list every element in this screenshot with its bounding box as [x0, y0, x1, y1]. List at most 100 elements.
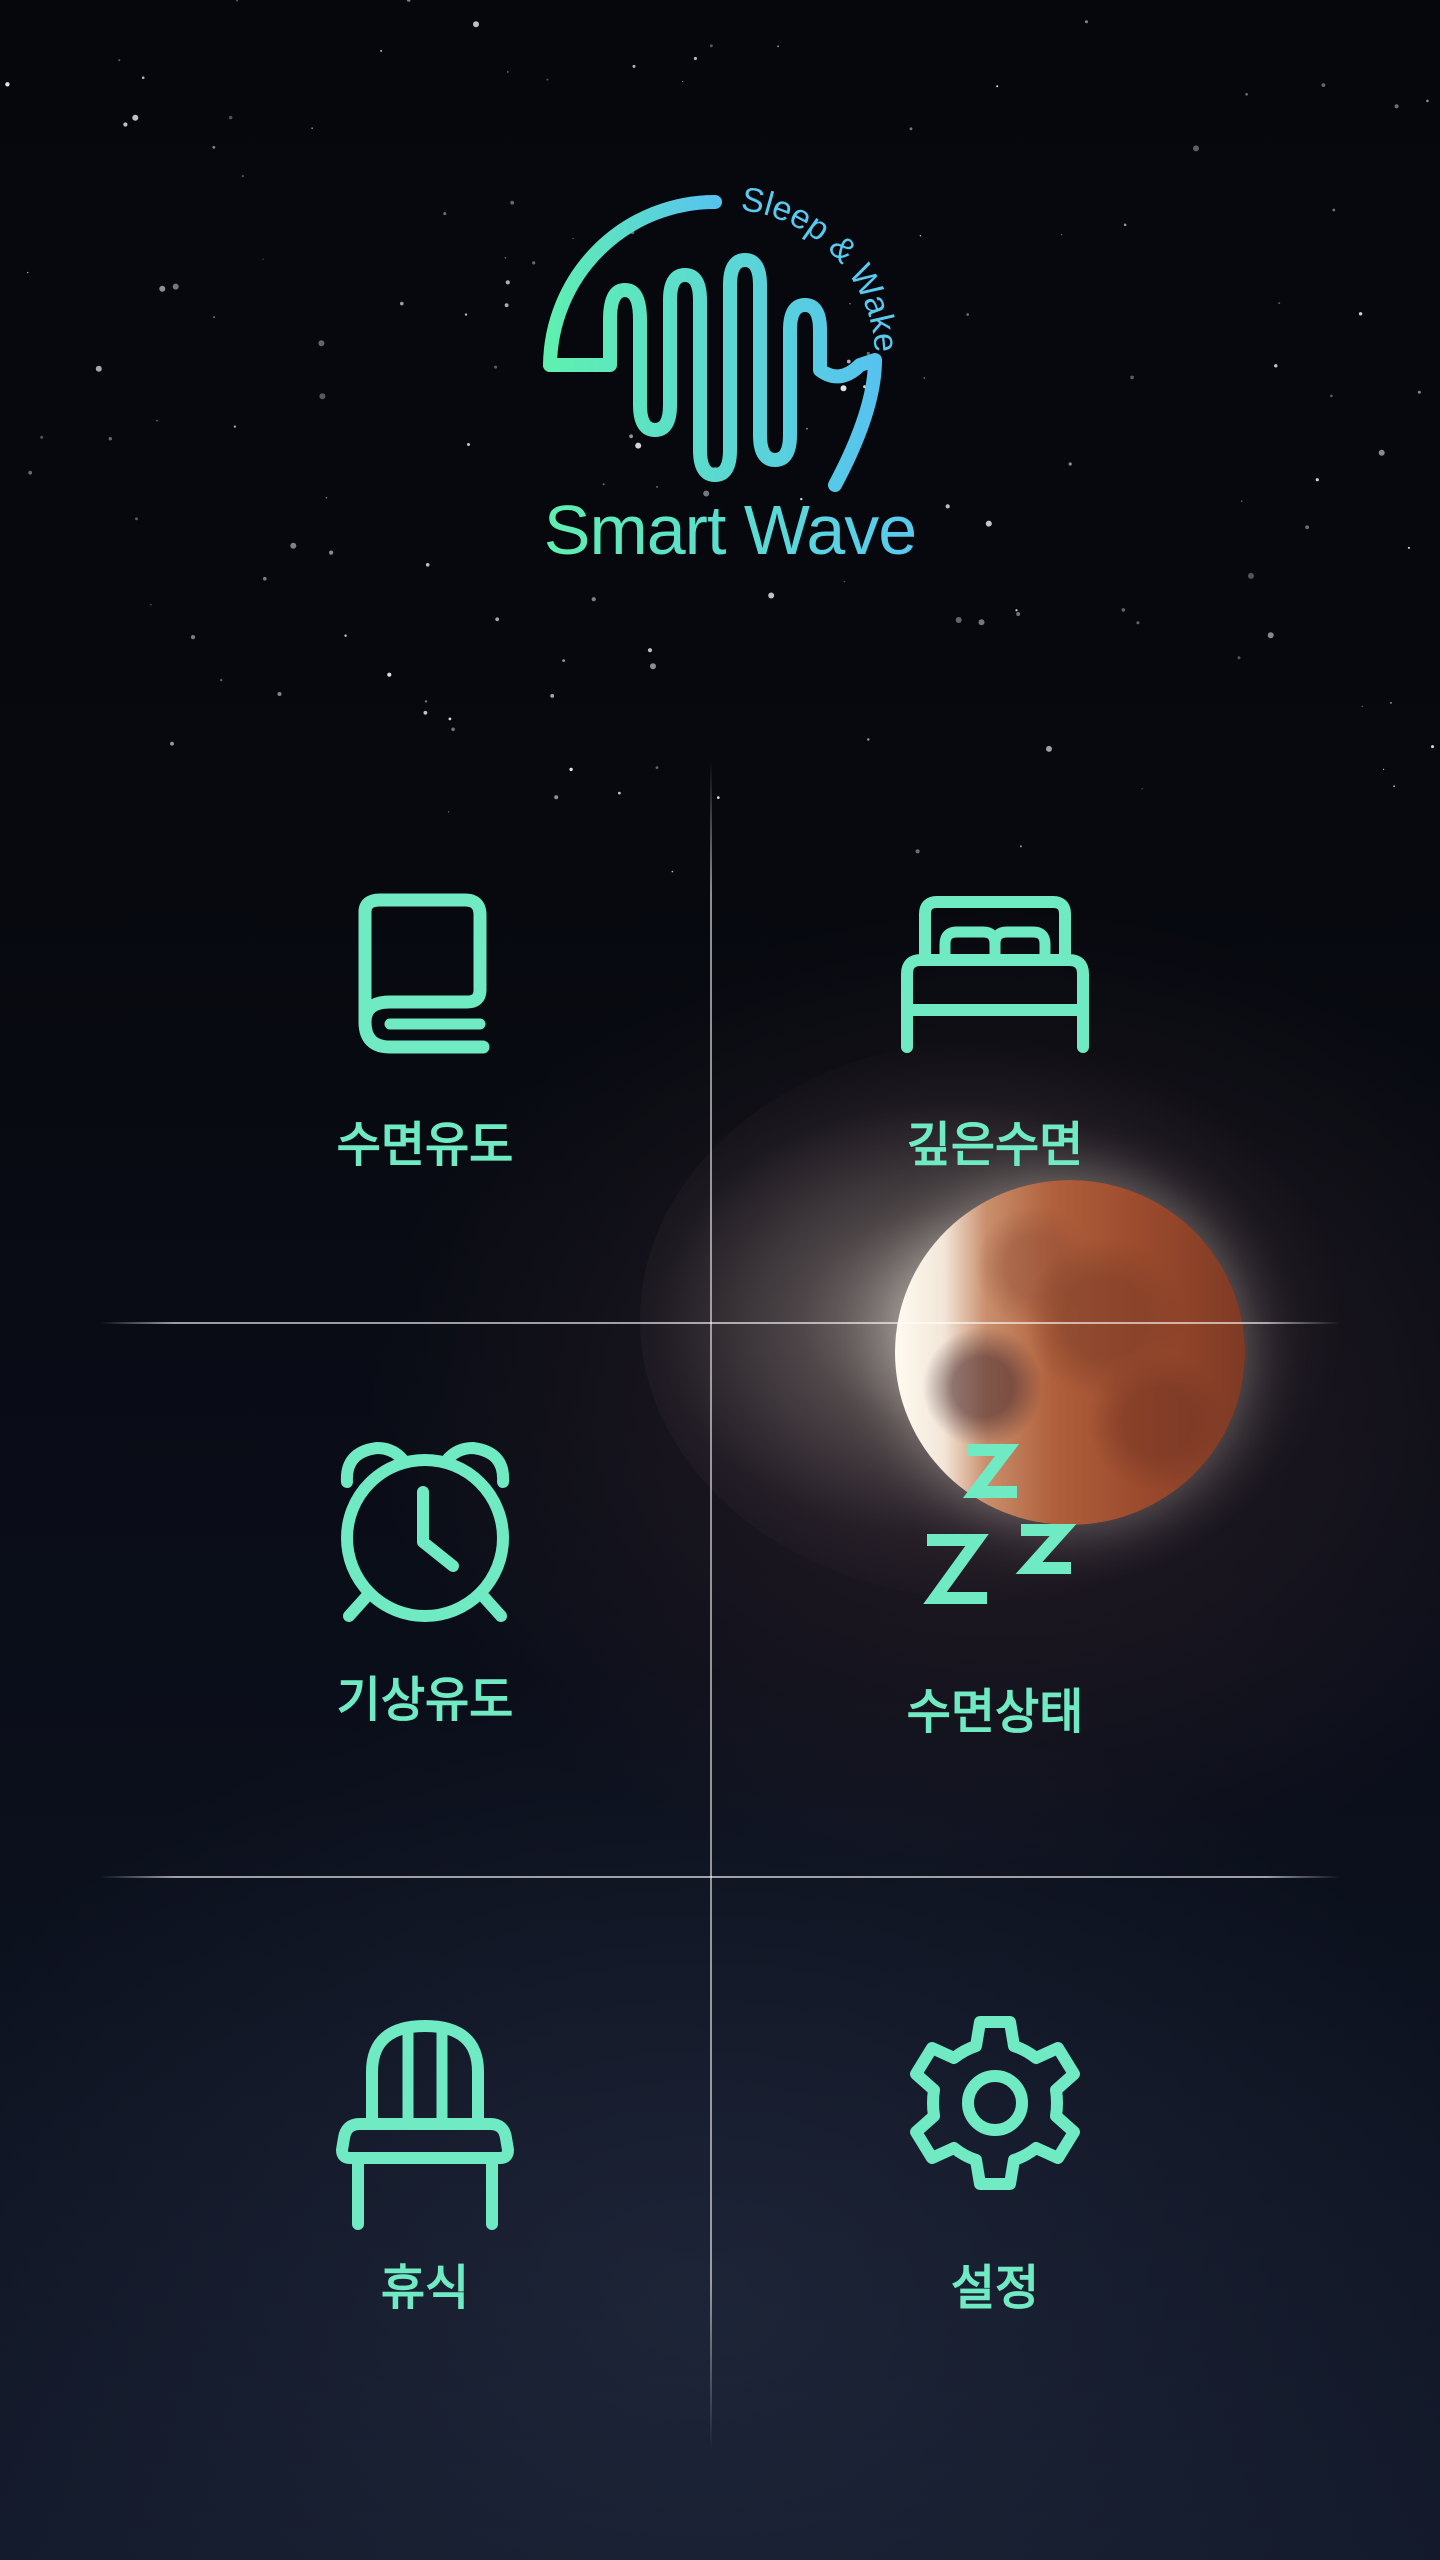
grid-divider-vertical	[710, 760, 712, 2450]
star	[156, 420, 158, 422]
star	[329, 550, 334, 555]
star	[693, 56, 698, 61]
star	[1130, 375, 1134, 380]
star	[1141, 788, 1143, 790]
star	[843, 580, 846, 583]
star	[325, 496, 328, 499]
star	[966, 313, 969, 316]
star	[464, 313, 468, 316]
logo-title: Smart Wave	[530, 490, 930, 570]
chair-icon	[336, 2020, 514, 2230]
menu-item-label: 수면상태	[906, 1684, 1084, 1740]
star	[135, 517, 138, 521]
star	[554, 795, 559, 800]
menu-item-label: 수면유도	[336, 1117, 514, 1173]
star	[1240, 500, 1243, 503]
star	[118, 59, 121, 62]
menu-item-label: 휴식	[380, 2260, 470, 2316]
star	[1237, 656, 1241, 660]
star	[172, 283, 179, 290]
star	[717, 796, 720, 799]
menu-item-sleep-status[interactable]: 수면상태	[735, 1410, 1255, 1830]
star	[867, 738, 870, 741]
gear-icon	[910, 2016, 1080, 2190]
star	[495, 617, 500, 622]
star	[1061, 234, 1063, 236]
star	[1068, 462, 1072, 466]
star	[985, 520, 992, 527]
star	[451, 727, 455, 732]
star	[1407, 546, 1410, 549]
star	[1358, 312, 1363, 316]
zzz-icon	[923, 1444, 1077, 1604]
star	[1361, 705, 1363, 707]
star	[1123, 223, 1127, 227]
star	[510, 200, 515, 205]
star	[710, 44, 713, 48]
menu-item-label: 설정	[950, 2260, 1040, 2316]
star	[1383, 768, 1385, 771]
bed-icon	[901, 896, 1089, 1053]
star	[229, 115, 233, 120]
star	[290, 542, 297, 549]
star	[546, 78, 549, 81]
menu-item-wake-induction[interactable]: 기상유도	[165, 1410, 685, 1830]
star	[108, 437, 113, 441]
star	[448, 717, 452, 721]
star	[236, 0, 238, 2]
star	[28, 470, 33, 475]
star	[1278, 302, 1281, 305]
star	[655, 766, 659, 769]
logo-title-text: Smart Wave	[543, 491, 917, 569]
star	[1085, 20, 1088, 24]
star	[1426, 99, 1429, 103]
star	[233, 425, 237, 428]
star	[387, 672, 392, 677]
star	[40, 435, 44, 439]
star	[1121, 608, 1126, 612]
star	[507, 71, 509, 73]
star	[1393, 785, 1395, 788]
star	[1390, 701, 1392, 704]
star	[318, 340, 325, 347]
home-screen: Sleep & Wake Smart Wave 수면유도 깊은수면 기상유도 수…	[0, 0, 1440, 2560]
star	[682, 80, 684, 83]
star	[1245, 93, 1248, 96]
star	[1016, 612, 1021, 616]
menu-item-settings[interactable]: 설정	[735, 1990, 1255, 2410]
star	[768, 592, 775, 599]
star	[777, 45, 779, 48]
star	[212, 145, 216, 149]
star	[591, 597, 596, 602]
star	[406, 0, 411, 2]
star	[909, 127, 913, 131]
star	[241, 175, 244, 178]
star	[550, 694, 555, 698]
menu-item-sleep-induction[interactable]: 수면유도	[165, 850, 685, 1270]
menu-item-label: 기상유도	[336, 1672, 514, 1728]
star	[978, 619, 985, 626]
alarm-clock-icon	[340, 1441, 510, 1622]
star	[425, 563, 430, 567]
star	[380, 49, 383, 52]
star	[505, 280, 510, 285]
star	[344, 634, 347, 637]
menu-item-rest[interactable]: 휴식	[165, 1990, 685, 2410]
star	[996, 85, 999, 88]
star	[618, 791, 621, 795]
star	[424, 700, 428, 703]
star	[213, 316, 216, 319]
star	[95, 365, 102, 372]
star	[1248, 572, 1254, 579]
star	[319, 393, 326, 400]
menu-item-deep-sleep[interactable]: 깊은수면	[735, 850, 1255, 1270]
star	[1046, 745, 1052, 752]
star	[1193, 145, 1199, 152]
star	[5, 82, 10, 87]
star	[647, 648, 653, 653]
star	[150, 604, 152, 606]
star	[1394, 104, 1399, 109]
star	[123, 122, 128, 127]
star	[632, 64, 636, 68]
grid-divider-horizontal-1	[100, 1322, 1340, 1324]
